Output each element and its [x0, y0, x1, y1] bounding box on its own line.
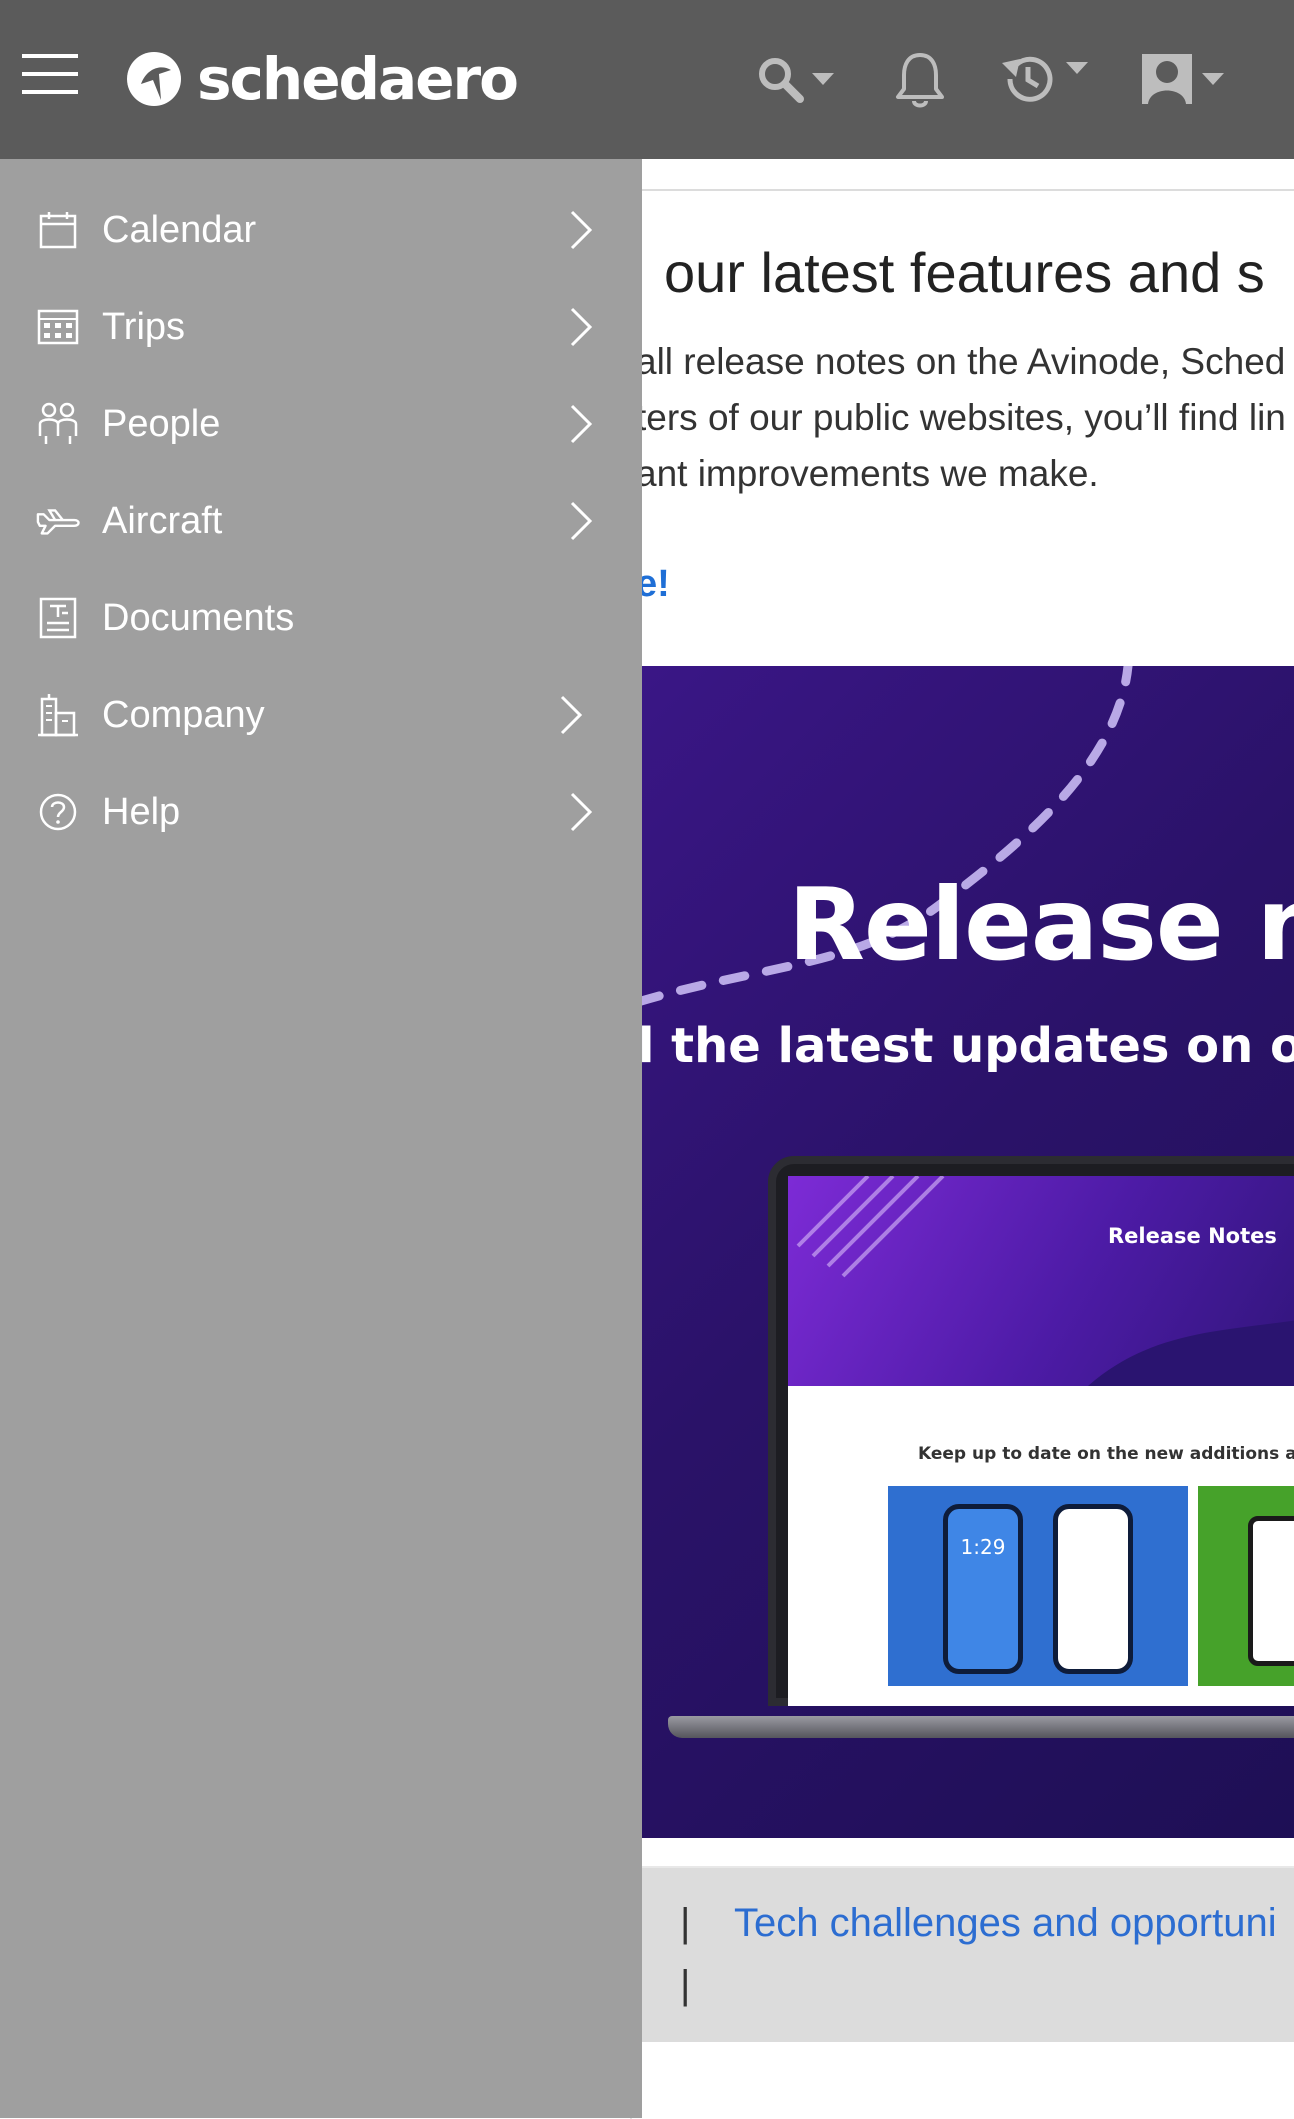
laptop-screen: Release Notes Keep up to date on the new…	[788, 1176, 1294, 1706]
footer-separator-1: |	[680, 1901, 691, 1945]
sidebar-item-calendar[interactable]: Calendar	[0, 182, 642, 278]
company-icon	[36, 693, 80, 737]
banner-title: Release n	[788, 866, 1294, 983]
footer-separator-2: |	[680, 1963, 691, 2007]
people-icon	[36, 402, 80, 446]
bell-icon	[896, 53, 944, 108]
sidebar-item-people[interactable]: People	[0, 376, 642, 472]
article-line-3: ant improvements we make.	[636, 453, 1099, 494]
article-line-2: ters of our public websites, you’ll find…	[636, 397, 1286, 438]
menu-toggle-button[interactable]	[20, 52, 80, 96]
laptop-base	[668, 1716, 1294, 1738]
screen-card-green	[1198, 1486, 1294, 1686]
sidebar-item-help[interactable]: Help	[0, 764, 642, 860]
search-button[interactable]	[756, 46, 834, 112]
logo-mark-icon	[127, 52, 181, 106]
help-icon	[36, 790, 80, 834]
trips-icon	[36, 305, 80, 349]
banner-subtitle: l the latest updates on ou	[638, 1018, 1294, 1074]
documents-icon	[36, 596, 80, 640]
phone-time: 1:29	[960, 1535, 1006, 1559]
chevron-down-icon	[1202, 73, 1224, 85]
hamburger-icon	[22, 54, 78, 94]
user-menu-button[interactable]	[1140, 46, 1224, 112]
laptop-mini	[1248, 1516, 1294, 1666]
chevron-right-icon	[560, 695, 583, 735]
hero-decoration	[796, 1176, 1294, 1386]
release-notes-banner[interactable]: Release n l the latest updates on ou Rel…	[638, 666, 1294, 1838]
search-icon	[759, 58, 804, 103]
screen-subtitle: Keep up to date on the new additions and…	[918, 1444, 1294, 1464]
sidebar-item-label: Aircraft	[102, 500, 223, 542]
phone-mockup-2	[1053, 1504, 1133, 1674]
article-line-1: all release notes on the Avinode, Sched	[636, 341, 1286, 382]
sidebar-item-label: People	[102, 403, 221, 445]
chevron-right-icon	[570, 210, 593, 250]
sidebar-item-label: Documents	[102, 597, 295, 639]
logo-text: schedaero	[197, 45, 519, 113]
sidebar-item-label: Calendar	[102, 209, 257, 251]
history-button[interactable]	[998, 46, 1088, 112]
calendar-icon	[36, 208, 80, 252]
chevron-down-icon	[812, 73, 834, 85]
sidebar-item-documents[interactable]: Documents	[0, 570, 642, 666]
history-icon	[1002, 56, 1053, 102]
article-title: our latest features and s	[664, 241, 1265, 304]
related-links-band: | Tech challenges and opportuni |	[640, 1866, 1294, 2042]
sidebar-item-trips[interactable]: Trips	[0, 279, 642, 375]
chevron-right-icon	[570, 307, 593, 347]
chevron-right-icon	[570, 404, 593, 444]
notifications-button[interactable]	[894, 46, 946, 112]
chevron-down-icon	[1066, 62, 1088, 74]
chevron-right-icon	[570, 792, 593, 832]
aircraft-icon	[36, 499, 80, 543]
sidebar-item-label: Company	[102, 694, 265, 736]
laptop-mockup: Release Notes Keep up to date on the new…	[768, 1156, 1294, 1706]
sidebar-item-aircraft[interactable]: Aircraft	[0, 473, 642, 569]
screen-hero-title: Release Notes	[1108, 1224, 1277, 1248]
top-header: schedaero	[0, 0, 1294, 159]
footer-link-tech-challenges[interactable]: Tech challenges and opportuni	[734, 1898, 1277, 1948]
chevron-right-icon	[570, 501, 593, 541]
sidebar-item-label: Help	[102, 791, 181, 833]
sidebar-item-company[interactable]: Company	[0, 667, 642, 763]
screen-hero: Release Notes	[788, 1176, 1294, 1386]
sidebar-item-label: Trips	[102, 306, 186, 348]
screen-card-blue: 1:29	[888, 1486, 1188, 1686]
phone-mockup-1: 1:29	[943, 1504, 1023, 1674]
side-navigation-drawer: Calendar Trips People Aircraft Documents…	[0, 159, 642, 2118]
avatar-icon	[1142, 54, 1192, 104]
schedaero-logo[interactable]: schedaero	[125, 44, 519, 114]
